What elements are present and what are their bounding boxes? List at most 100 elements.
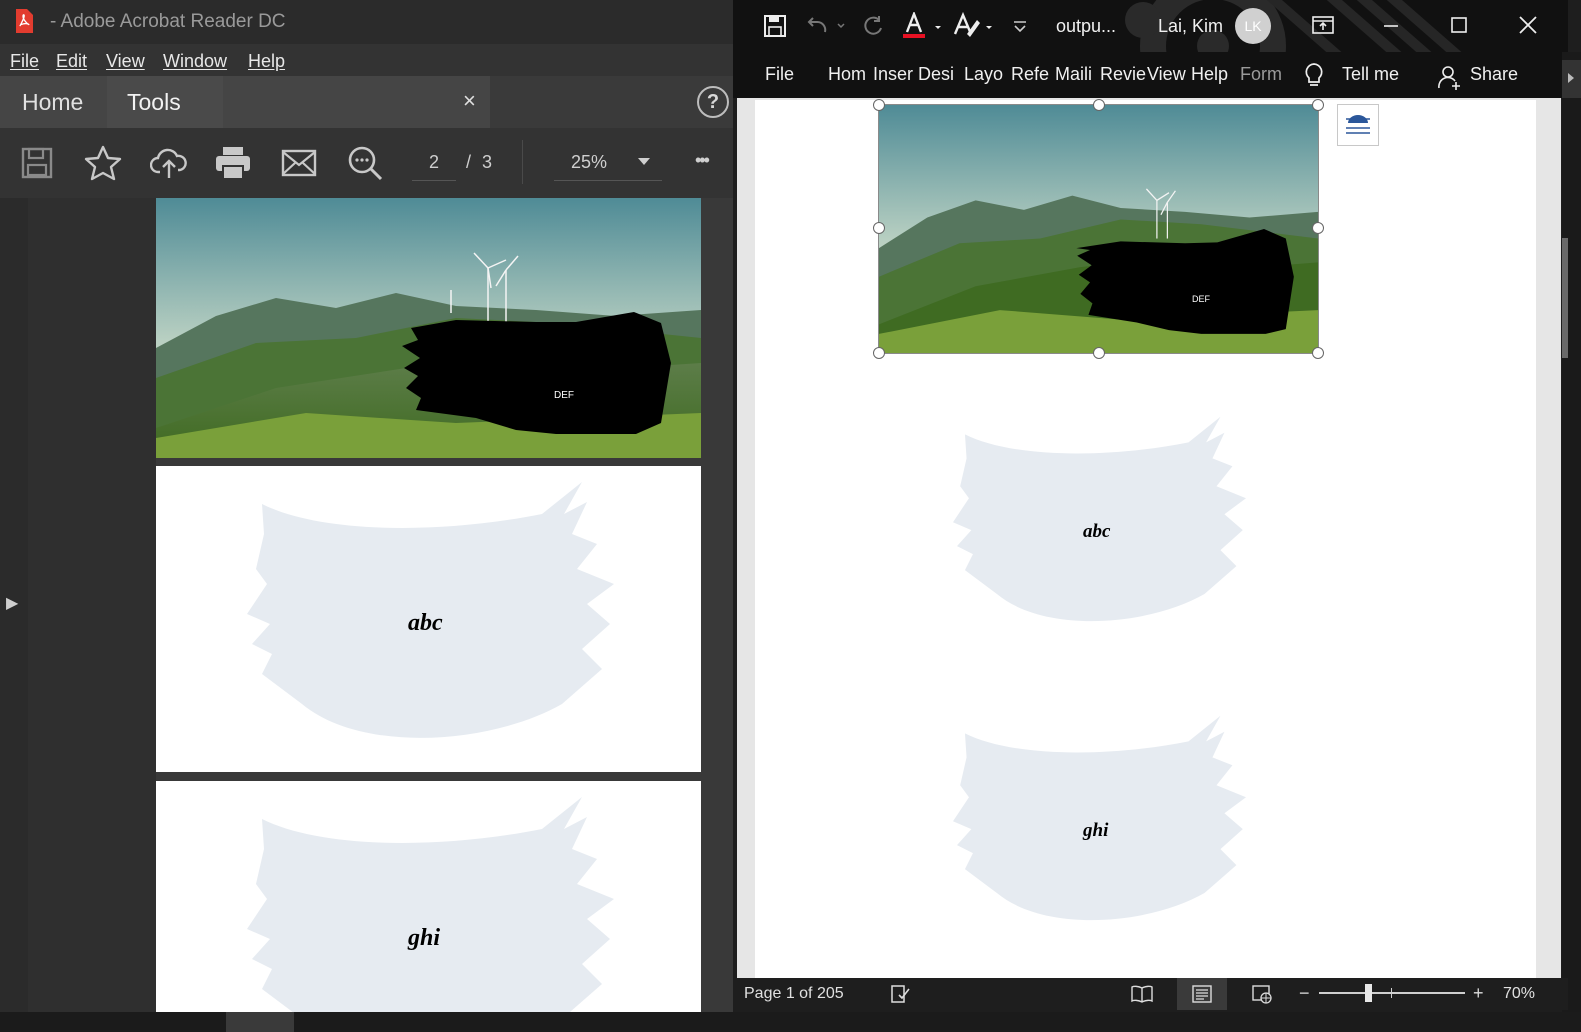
- minimize-icon[interactable]: [1381, 14, 1401, 36]
- ribbon-tab-references[interactable]: Refe: [1011, 64, 1049, 85]
- zoom-out-icon[interactable]: [346, 144, 384, 182]
- close-icon[interactable]: [1517, 14, 1539, 36]
- read-mode-icon[interactable]: [1131, 983, 1153, 1005]
- brush-stroke-shape: [247, 797, 614, 1012]
- zoom-slider-center-tick: [1391, 988, 1392, 998]
- word-ribbon-tabs: File Hom Inser Desi Layo Refe Maili Revi…: [733, 52, 1568, 98]
- acrobat-menu-bar: File Edit View Window Help: [0, 44, 733, 76]
- brush-text-abc: abc: [1083, 521, 1111, 542]
- bookmark-star-icon[interactable]: [84, 144, 122, 182]
- page-number-input[interactable]: 2: [412, 144, 456, 181]
- upload-cloud-icon[interactable]: [149, 144, 188, 182]
- print-icon[interactable]: [214, 144, 252, 182]
- ribbon-scroll-button[interactable]: [1562, 60, 1581, 98]
- zoom-slider-track[interactable]: [1319, 992, 1465, 994]
- undo-icon[interactable]: [805, 14, 845, 38]
- redo-icon[interactable]: [861, 14, 885, 38]
- web-layout-icon[interactable]: [1251, 983, 1273, 1005]
- resize-handle-bottom[interactable]: [1093, 347, 1105, 359]
- page-total: 3: [482, 152, 493, 172]
- pdf-page-photo: DEF: [156, 198, 701, 458]
- customize-toolbar-icon[interactable]: [1012, 18, 1028, 34]
- ribbon-tab-file[interactable]: File: [765, 64, 794, 85]
- ribbon-display-options-icon[interactable]: [1311, 14, 1335, 36]
- ribbon-tab-insert[interactable]: Inser: [873, 64, 913, 85]
- ribbon-tab-review[interactable]: Revie: [1100, 64, 1146, 85]
- landscape-image: [879, 105, 1318, 353]
- chevron-right-icon: [1568, 73, 1574, 83]
- user-name[interactable]: Lai, Kim: [1158, 16, 1223, 37]
- brush-stroke-shape: [952, 715, 1246, 921]
- proofing-icon[interactable]: [889, 983, 911, 1005]
- share-button[interactable]: Share: [1470, 64, 1518, 85]
- ribbon-overflow-strip: [1562, 52, 1581, 1032]
- print-layout-icon: [1191, 983, 1213, 1005]
- tab-home[interactable]: Home: [22, 76, 83, 128]
- ribbon-tab-design[interactable]: Desi: [918, 64, 954, 85]
- resize-handle-top-left[interactable]: [873, 99, 885, 111]
- acrobat-title-text: - Adobe Acrobat Reader DC: [50, 11, 286, 32]
- brush-text-abc: abc: [408, 610, 443, 636]
- brush-stroke-shape: [952, 416, 1246, 622]
- font-color-icon[interactable]: [903, 10, 943, 40]
- layout-options-button[interactable]: [1337, 104, 1379, 146]
- scroll-indicator[interactable]: [226, 1012, 294, 1032]
- resize-handle-top[interactable]: [1093, 99, 1105, 111]
- ribbon-tab-help[interactable]: Help: [1191, 64, 1228, 85]
- ribbon-tab-home[interactable]: Hom: [828, 64, 866, 85]
- brush-text-ghi: ghi: [408, 925, 441, 951]
- resize-handle-left[interactable]: [873, 222, 885, 234]
- ribbon-tab-layout[interactable]: Layo: [964, 64, 1003, 85]
- ribbon-tab-format[interactable]: Form: [1240, 64, 1282, 85]
- maximize-icon[interactable]: [1449, 14, 1469, 36]
- expand-pane-icon[interactable]: ▶: [6, 593, 18, 613]
- menu-window[interactable]: Window: [163, 51, 227, 72]
- tell-me-search[interactable]: Tell me: [1342, 64, 1399, 85]
- page-separator: /: [466, 152, 472, 172]
- resize-handle-right[interactable]: [1312, 222, 1324, 234]
- navigation-pane-strip: ▶: [0, 198, 28, 1032]
- text-wrap-icon: [1346, 115, 1370, 134]
- page-count-status[interactable]: Page 1 of 205: [744, 985, 844, 1003]
- photo-label-def: DEF: [554, 390, 574, 401]
- print-layout-button[interactable]: [1177, 978, 1227, 1010]
- save-icon[interactable]: [763, 14, 787, 38]
- avatar[interactable]: LK: [1235, 8, 1271, 44]
- more-tools-button[interactable]: •••: [695, 150, 710, 171]
- photo-label-def: DEF: [1192, 294, 1210, 304]
- menu-view[interactable]: View: [106, 51, 145, 72]
- help-icon[interactable]: ?: [697, 86, 729, 118]
- tab-tools[interactable]: Tools: [107, 76, 223, 128]
- email-icon[interactable]: [280, 144, 318, 182]
- menu-edit[interactable]: Edit: [56, 51, 87, 72]
- close-tab-button[interactable]: ×: [463, 88, 476, 114]
- resize-handle-bottom-left[interactable]: [873, 347, 885, 359]
- zoom-out-button[interactable]: −: [1299, 983, 1310, 1004]
- page-gutter: [28, 198, 156, 1032]
- vertical-scrollbar-thumb[interactable]: [1562, 238, 1568, 358]
- zoom-in-button[interactable]: +: [1473, 983, 1484, 1004]
- ribbon-tab-mailings[interactable]: Maili: [1055, 64, 1092, 85]
- word-page[interactable]: DEF abc ghi: [755, 99, 1536, 978]
- pdf-page-abc: abc: [156, 466, 701, 772]
- menu-help[interactable]: Help: [248, 51, 285, 72]
- resize-handle-top-right[interactable]: [1312, 99, 1324, 111]
- lightbulb-icon[interactable]: [1303, 62, 1325, 88]
- text-effects-icon[interactable]: [953, 11, 995, 40]
- resize-handle-bottom-right[interactable]: [1312, 347, 1324, 359]
- menu-file[interactable]: File: [10, 51, 39, 72]
- acrobat-tab-bar: Home Tools × ?: [0, 76, 733, 129]
- ribbon-tab-view[interactable]: View: [1147, 64, 1186, 85]
- acrobat-toolbar: 2 / 3 25% •••: [0, 128, 733, 198]
- selected-picture[interactable]: DEF: [878, 104, 1319, 354]
- zoom-select[interactable]: 25%: [554, 144, 662, 181]
- zoom-slider-thumb[interactable]: [1365, 984, 1372, 1002]
- share-person-icon[interactable]: [1438, 64, 1462, 90]
- zoom-level[interactable]: 70%: [1503, 985, 1535, 1003]
- save-icon[interactable]: [18, 144, 56, 182]
- word-title-bar: outpu... Lai, Kim LK: [733, 0, 1568, 52]
- tab-tools-label: Tools: [127, 89, 181, 115]
- landscape-image: DEF: [156, 198, 701, 458]
- document-name[interactable]: outpu...: [1056, 16, 1116, 37]
- word-status-bar: Page 1 of 205 − + 70%: [733, 978, 1568, 1010]
